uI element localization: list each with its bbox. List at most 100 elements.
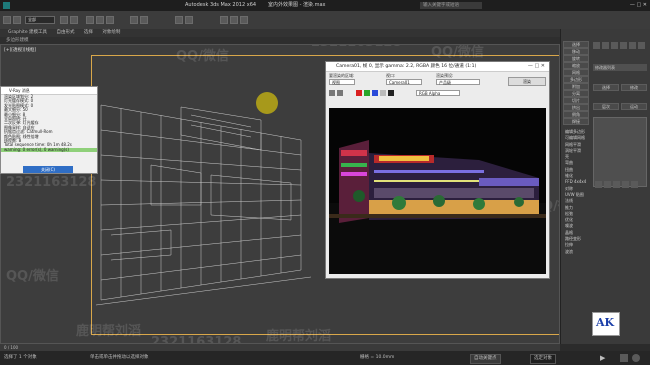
rollout-button[interactable]: 运动 — [621, 103, 647, 110]
selection-filter-dropdown[interactable]: 全部 — [25, 16, 55, 24]
orbit-icon[interactable] — [632, 354, 640, 362]
area-dropdown[interactable]: 视图 — [329, 79, 355, 85]
watermark: 2321163128 — [151, 335, 242, 344]
cp-button[interactable]: 网格 — [563, 69, 589, 76]
auto-key-button[interactable]: 自动关键点 — [470, 354, 501, 364]
rendered-image — [329, 108, 546, 274]
key-filter-dropdown[interactable]: 选定对象 — [530, 354, 556, 364]
hierarchy-tab-icon[interactable] — [611, 42, 618, 49]
frame-buffer-window-controls[interactable]: — □ ✕ — [528, 62, 545, 71]
modifier-stack-box[interactable] — [593, 117, 647, 187]
tab-object-paint[interactable]: 对象绘制 — [102, 30, 120, 35]
undo-icon[interactable] — [3, 16, 11, 24]
rollout-button[interactable]: 修改 — [621, 84, 647, 91]
cp-button[interactable]: 旋转 — [563, 55, 589, 62]
log-line-selected[interactable]: warning: 0 error(s), 0 warning(s) — [1, 147, 97, 153]
red-channel-icon[interactable] — [356, 90, 362, 96]
frame-buffer-window: Camera01, 帧 0, 显示 gamma: 2.2, RGBA 颜色 16… — [325, 61, 550, 279]
watermark: 鹿明帮刘滔 — [76, 324, 142, 339]
rollout-button[interactable]: 层次 — [593, 103, 619, 110]
render-icon[interactable] — [240, 16, 248, 24]
modifier-item[interactable]: 波浪 — [563, 249, 589, 255]
tab-selection[interactable]: 选择 — [84, 30, 93, 35]
select-by-name-icon[interactable] — [70, 16, 78, 24]
frame-buffer-toolbar: 要渲染的区域: 视图 视口: Camera01 渲染预设: 产品级 渲染 RGB… — [326, 72, 549, 106]
app-logo-icon[interactable] — [3, 2, 10, 9]
alpha-channel-icon[interactable] — [380, 90, 386, 96]
utilities-tab-icon[interactable] — [638, 42, 645, 49]
snap-icon[interactable] — [130, 16, 138, 24]
create-tab-icon[interactable] — [593, 42, 600, 49]
cp-button[interactable]: 切片 — [563, 97, 589, 104]
watermark: 鹿明帮刘滔 — [266, 329, 332, 344]
status-bar: 选择了 1 个对象 单击或单击并拖动以选择对象 栅格 = 10.0mm 自动关键… — [0, 351, 650, 365]
mono-icon[interactable] — [388, 90, 394, 96]
pin-stack-icon[interactable] — [595, 181, 602, 188]
play-icon[interactable]: ▶ — [600, 354, 605, 362]
ak-logo-text: AK — [596, 316, 615, 329]
render-button[interactable]: 渲染 — [508, 77, 546, 86]
viewport-dropdown[interactable]: Camera01 — [386, 79, 422, 85]
make-unique-icon[interactable] — [613, 181, 620, 188]
watermark: QQ/微信 — [6, 269, 59, 284]
green-channel-icon[interactable] — [364, 90, 370, 96]
cp-button[interactable]: 焊接 — [563, 118, 589, 125]
time-slider[interactable]: 0 / 100 — [0, 344, 560, 351]
cp-button[interactable]: 选择 — [563, 41, 589, 48]
angle-snap-icon[interactable] — [140, 16, 148, 24]
watermark: QQ/微信 — [176, 49, 229, 64]
rollout-button[interactable]: 选择 — [593, 84, 619, 91]
selection-status: 选择了 1 个对象 — [4, 355, 37, 360]
grid-size: 栅格 = 10.0mm — [360, 355, 395, 360]
configure-icon[interactable] — [631, 181, 638, 188]
prompt-text: 单击或单击并拖动以选择对象 — [90, 355, 149, 360]
ak-logo: AK — [592, 312, 620, 336]
modifier-list: 编辑多边形 可编辑网格 网格平滑 涡轮平滑 壳 弯曲 扭曲 锥化 FFD 4x4… — [563, 129, 589, 255]
display-tab-icon[interactable] — [629, 42, 636, 49]
render-setup-icon[interactable] — [230, 16, 238, 24]
stack-tools-icons — [593, 181, 647, 189]
command-tabs-icons — [593, 42, 649, 50]
cp-button[interactable]: 移动 — [563, 48, 589, 55]
rotate-icon[interactable] — [96, 16, 104, 24]
search-input[interactable]: 输入关键字或短语 — [420, 2, 482, 9]
remove-modifier-icon[interactable] — [622, 181, 629, 188]
move-icon[interactable] — [86, 16, 94, 24]
vray-close-button[interactable]: 关闭(C) — [23, 166, 73, 173]
cp-button[interactable]: 缩放 — [563, 62, 589, 69]
cp-button[interactable]: 挤出 — [563, 104, 589, 111]
ribbon-sub-label[interactable]: 多边形建模 — [0, 37, 560, 44]
command-panel: 选择 移动 旋转 缩放 网格 多边形 附加 分离 切片 挤出 倒角 焊接 编辑多… — [560, 29, 650, 344]
file-title: 室内外效果图 - 渲染.max — [268, 2, 326, 8]
modifier-item[interactable]: FFD 4x4x4 — [563, 179, 589, 185]
cp-button[interactable]: 附加 — [563, 83, 589, 90]
frame-buffer-title[interactable]: Camera01, 帧 0, 显示 gamma: 2.2, RGBA 颜色 16… — [326, 62, 549, 72]
rollout-header[interactable]: 修改器列表 — [593, 64, 647, 71]
save-icon[interactable] — [329, 90, 335, 96]
main-toolbar: 全部 — [0, 11, 650, 30]
material-editor-icon[interactable] — [220, 16, 228, 24]
align-icon[interactable] — [185, 16, 193, 24]
select-object-icon[interactable] — [60, 16, 68, 24]
copy-icon[interactable] — [337, 90, 343, 96]
cp-button[interactable]: 多边形 — [563, 76, 589, 83]
frame-buffer-title-text: Camera01, 帧 0, 显示 gamma: 2.2, RGBA 颜色 16… — [336, 64, 477, 69]
redo-icon[interactable] — [13, 16, 21, 24]
scale-icon[interactable] — [106, 16, 114, 24]
motion-tab-icon[interactable] — [620, 42, 627, 49]
zoom-extents-icon[interactable] — [620, 354, 628, 362]
app-title: Autodesk 3ds Max 2012 x64 — [185, 2, 257, 8]
cp-button[interactable]: 分离 — [563, 90, 589, 97]
mirror-icon[interactable] — [175, 16, 183, 24]
tab-freeform[interactable]: 自由形式 — [56, 30, 74, 35]
rendered-mall-image — [329, 108, 546, 274]
cp-button[interactable]: 倒角 — [563, 111, 589, 118]
blue-channel-icon[interactable] — [372, 90, 378, 96]
window-controls[interactable]: — □ ✕ — [630, 0, 647, 11]
show-end-result-icon[interactable] — [604, 181, 611, 188]
modify-tab-icon[interactable] — [602, 42, 609, 49]
tab-graphite[interactable]: Graphite 建模工具 — [8, 30, 47, 35]
channel-dropdown[interactable]: RGB Alpha — [416, 90, 460, 96]
frame-counter: 0 / 100 — [4, 345, 19, 350]
render-preset-dropdown[interactable]: 产品级 — [436, 79, 480, 85]
